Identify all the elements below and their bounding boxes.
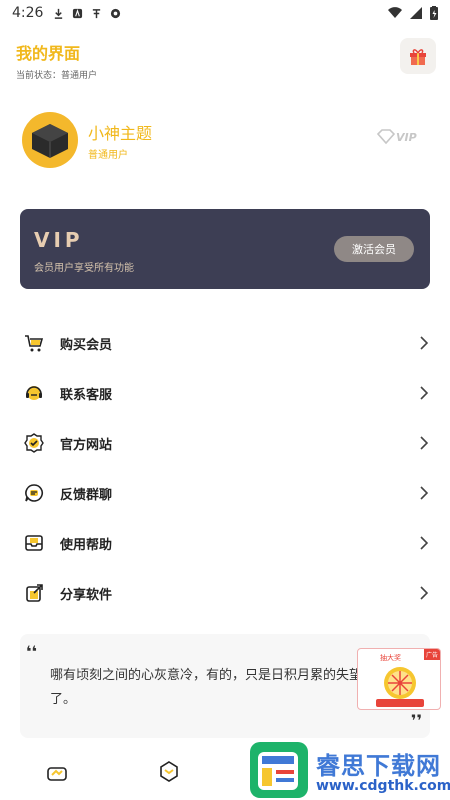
- menu-item-feedback-group[interactable]: 反馈群聊: [0, 468, 450, 518]
- watermark: 睿思下载网 www.cdgthk.com: [250, 740, 450, 800]
- app-notification-icon-2: [93, 8, 101, 18]
- chevron-right-icon: [420, 336, 428, 350]
- status-right: [388, 6, 438, 20]
- status-bar: 4:26: [0, 0, 450, 26]
- page-header: 我的界面 当前状态：普通用户: [16, 40, 97, 81]
- quote-open-icon: ❛❛: [26, 642, 38, 661]
- chevron-right-icon: [420, 486, 428, 500]
- menu-item-share-app[interactable]: 分享软件: [0, 568, 450, 618]
- headset-icon: [26, 386, 42, 400]
- menu-item-label: 使用帮助: [60, 538, 113, 553]
- watermark-logo-icon: [258, 752, 298, 790]
- cart-icon: [25, 335, 44, 352]
- gift-icon: [410, 49, 426, 65]
- menu-item-buy-membership[interactable]: 购买会员: [0, 318, 450, 368]
- page-title: 我的界面: [16, 44, 81, 63]
- watermark-title: 睿思下载网: [316, 752, 441, 780]
- activate-membership-button[interactable]: 激活会员: [334, 236, 414, 262]
- menu-item-contact-support[interactable]: 联系客服: [0, 368, 450, 418]
- menu-item-label: 官方网站: [60, 438, 113, 453]
- menu-item-label: 购买会员: [60, 338, 113, 353]
- page-subtitle: 当前状态：普通用户: [16, 71, 98, 81]
- watermark-url: www.cdgthk.com: [316, 778, 450, 794]
- user-level: 普通用户: [88, 150, 128, 161]
- chat-icon: [25, 484, 43, 502]
- avatar[interactable]: [22, 112, 78, 168]
- vip-card-description: 会员用户享受所有功能: [34, 263, 134, 274]
- cube-avatar-icon: [32, 124, 68, 158]
- settings-menu: 购买会员 联系客服 官方网站 反馈群聊 使用帮助 分享软件: [0, 318, 450, 618]
- menu-item-label: 反馈群聊: [60, 488, 113, 503]
- menu-item-label: 联系客服: [60, 388, 113, 403]
- vip-card: VIP 会员用户享受所有功能 激活会员: [20, 209, 430, 289]
- tab-home-icon[interactable]: [46, 760, 68, 782]
- signal-icon: [410, 7, 422, 19]
- record-icon: [111, 8, 121, 18]
- watermark-logo: [250, 742, 308, 798]
- quote-close-icon: ❜❜: [410, 711, 422, 730]
- chevron-right-icon: [420, 536, 428, 550]
- menu-item-label: 分享软件: [60, 588, 113, 603]
- download-icon: [55, 8, 63, 19]
- chevron-right-icon: [420, 386, 428, 400]
- status-time: 4:26: [12, 5, 44, 21]
- user-profile[interactable]: 小神主题 普通用户 VIP: [22, 112, 428, 168]
- vip-card-title: VIP: [34, 228, 84, 252]
- quote-text: 哪有顷刻之间的心灰意冷，有的，只是日积月累的失望罢了。: [50, 668, 376, 707]
- username: 小神主题: [88, 124, 153, 143]
- chevron-right-icon: [420, 436, 428, 450]
- share-icon: [26, 584, 43, 602]
- vip-badge-text: VIP: [396, 131, 417, 144]
- menu-item-official-website[interactable]: 官方网站: [0, 418, 450, 468]
- inbox-icon: [25, 535, 43, 551]
- diamond-icon: VIP: [376, 129, 417, 145]
- menu-item-help[interactable]: 使用帮助: [0, 518, 450, 568]
- lottery-ad[interactable]: 抽大奖 广告: [357, 648, 441, 710]
- app-notification-icon: [73, 8, 83, 18]
- chevron-right-icon: [420, 586, 428, 600]
- prize-wheel-icon: [376, 667, 424, 707]
- gift-button[interactable]: [400, 38, 436, 74]
- vip-badge: VIP: [376, 128, 420, 150]
- tab-theme-icon[interactable]: [158, 760, 180, 782]
- battery-icon: [430, 6, 438, 20]
- badge-check-icon: [24, 433, 44, 453]
- wifi-icon: [388, 7, 402, 19]
